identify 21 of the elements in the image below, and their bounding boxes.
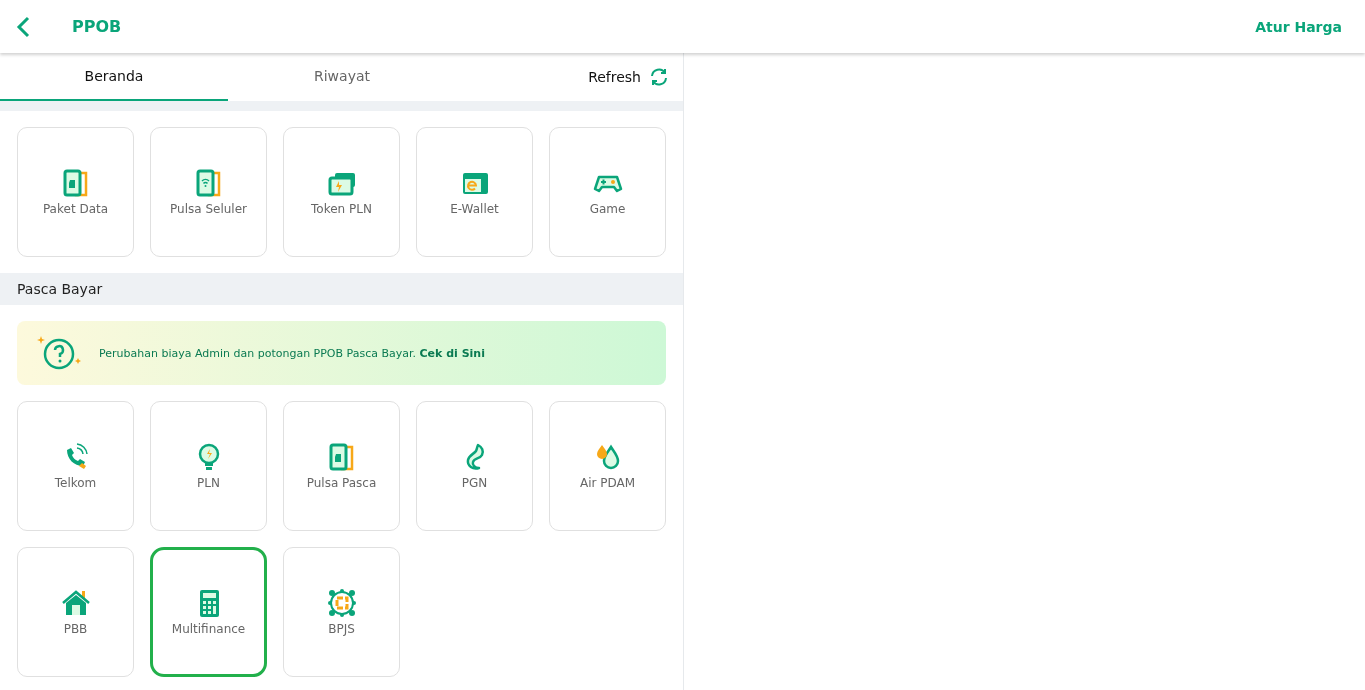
service-tile[interactable]: PGN xyxy=(416,401,533,531)
service-tile[interactable]: Pulsa Seluler xyxy=(150,127,267,257)
service-tile[interactable]: E-Wallet xyxy=(416,127,533,257)
service-tile[interactable]: Multifinance xyxy=(150,547,267,677)
info-banner[interactable]: Perubahan biaya Admin dan potongan PPOB Pasca Bayar. Cek di Sini xyxy=(17,321,666,385)
service-tile[interactable]: Token PLN xyxy=(283,127,400,257)
refresh-icon xyxy=(649,67,669,87)
page-title: PPOB xyxy=(72,17,122,36)
service-tile[interactable]: PBB xyxy=(17,547,134,677)
set-price-link[interactable]: Atur Harga xyxy=(1255,18,1342,35)
house-icon xyxy=(60,588,91,618)
service-tile[interactable]: Telkom xyxy=(17,401,134,531)
service-tile[interactable]: BPJS xyxy=(283,547,400,677)
banner-text: Perubahan biaya Admin dan potongan PPOB Pasca Bayar. Cek di Sini xyxy=(99,346,485,360)
section-header: Pasca Bayar xyxy=(0,273,683,305)
service-tile[interactable]: Game xyxy=(549,127,666,257)
service-tile[interactable]: Air PDAM xyxy=(549,401,666,531)
service-tile[interactable]: PLN xyxy=(150,401,267,531)
service-tile[interactable]: Paket Data xyxy=(17,127,134,257)
service-tile[interactable]: Pulsa Pasca xyxy=(283,401,400,531)
circular-emblem-icon xyxy=(326,588,357,618)
